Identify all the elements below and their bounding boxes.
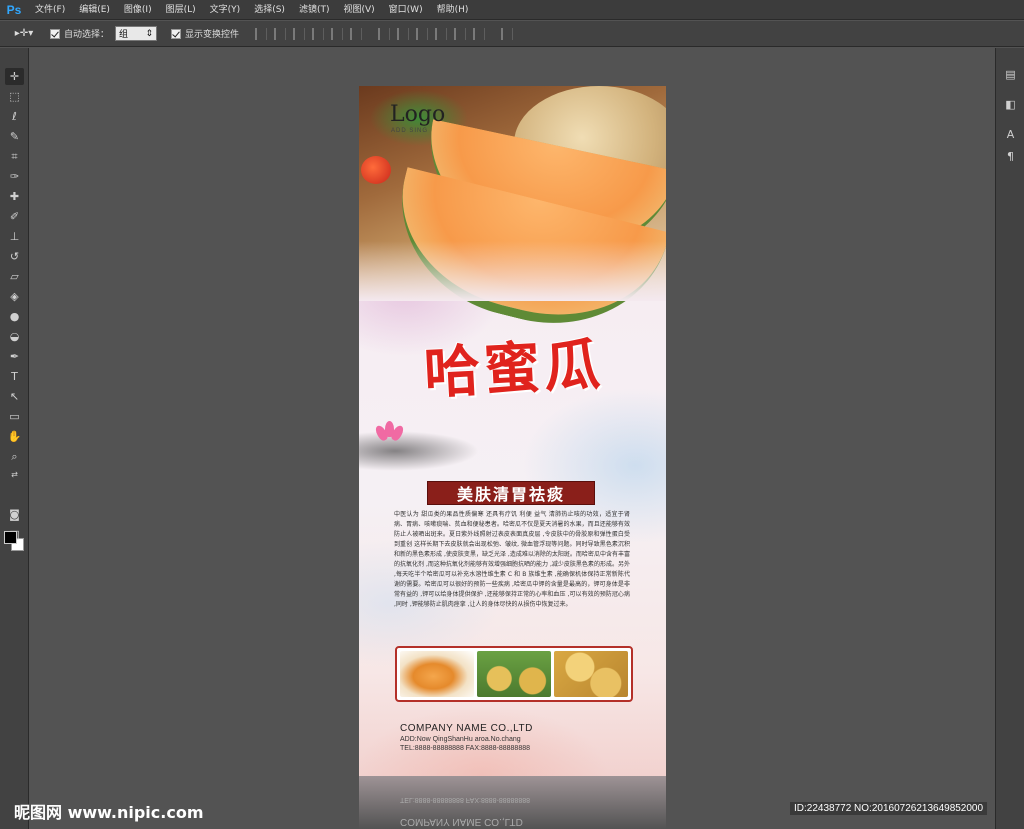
distribute-vcenter-icon[interactable] [397, 27, 410, 40]
poster-subtitle: 美肤清胃祛痰 [427, 481, 595, 505]
photoshop-logo-icon: Ps [6, 2, 22, 17]
eyedropper-tool-icon[interactable]: ✑ [5, 168, 24, 185]
poster-title: 哈蜜瓜 [422, 331, 606, 407]
menu-filter[interactable]: 滤镜(T) [292, 0, 337, 20]
crop-tool-icon[interactable]: ⌗ [5, 148, 24, 165]
distribute-bottom-icon[interactable] [416, 27, 429, 40]
align-vcenter-icon[interactable] [274, 27, 287, 40]
align-bottom-icon[interactable] [293, 27, 306, 40]
paint-bucket-tool-icon[interactable]: ◈ [5, 288, 24, 305]
dodge-tool-icon[interactable]: ◒ [5, 328, 24, 345]
company-address: ADD:Now QingShanHu aroa.No.chang [400, 736, 521, 743]
rectangle-tool-icon[interactable]: ▭ [5, 408, 24, 425]
menu-view[interactable]: 视图(V) [336, 0, 381, 20]
quick-select-tool-icon[interactable]: ✎ [5, 128, 24, 145]
align-top-icon[interactable] [255, 27, 268, 40]
distribute-left-icon[interactable] [435, 27, 448, 40]
company-tel: TEL:8888-88888888 FAX:8888-88888888 [400, 745, 530, 752]
poster-description: 中医认为 甜瓜类的果品性质偏寒 还具有疗饥 利便 益气 清肺热止咳的功效，适宜于… [394, 511, 630, 608]
character-panel-icon[interactable]: A [1001, 126, 1020, 143]
foreground-color-swatch[interactable] [4, 531, 17, 544]
swap-colors-icon[interactable]: ⇄ [5, 466, 24, 483]
menu-bar: Ps 文件(F) 编辑(E) 图像(I) 图层(L) 文字(Y) 选择(S) 滤… [0, 0, 1024, 20]
menu-help[interactable]: 帮助(H) [430, 0, 476, 20]
document-canvas[interactable]: Logo ADD SING 哈蜜瓜 美肤清胃祛痰 中医认为 甜瓜类的果品性质偏寒… [359, 86, 666, 776]
zoom-tool-icon[interactable]: ⌕ [5, 448, 24, 465]
auto-align-buttons [501, 27, 514, 40]
move-tool-icon[interactable]: ✛ [5, 68, 24, 85]
photo-strip [395, 646, 633, 702]
marquee-tool-icon[interactable]: ⬚ [5, 88, 24, 105]
melon-slice-thumbnail [400, 651, 474, 697]
align-hcenter-icon[interactable] [331, 27, 344, 40]
type-tool-icon[interactable]: T [5, 368, 24, 385]
pen-tool-icon[interactable]: ✒ [5, 348, 24, 365]
checkbox-checked-icon [171, 28, 182, 39]
menu-type[interactable]: 文字(Y) [203, 0, 248, 20]
distribute-top-icon[interactable] [378, 27, 391, 40]
quick-mask-icon[interactable]: ◙ [5, 506, 24, 523]
auto-select-dropdown[interactable]: 组 ⇕ [115, 26, 158, 41]
auto-select-checkbox[interactable]: 自动选择： [50, 27, 109, 40]
menu-window[interactable]: 窗口(W) [382, 0, 430, 20]
align-buttons [255, 27, 363, 40]
menu-select[interactable]: 选择(S) [247, 0, 292, 20]
show-transform-label: 显示变换控件 [185, 30, 240, 40]
tomato-image [361, 156, 391, 184]
tools-panel: ✛ ⬚ ℓ ✎ ⌗ ✑ ✚ ✐ ⊥ ↺ ▱ ◈ ● ◒ ✒ T ↖ ▭ ✋ ⌕ … [0, 48, 29, 829]
panel-dock: ▤ ◧ A ¶ [995, 48, 1024, 829]
stepper-icon: ⇕ [145, 28, 154, 39]
menu-layer[interactable]: 图层(L) [159, 0, 203, 20]
clone-stamp-tool-icon[interactable]: ⊥ [5, 228, 24, 245]
melon-pile-thumbnail [554, 651, 628, 697]
history-brush-tool-icon[interactable]: ↺ [5, 248, 24, 265]
watermark-site: 昵图网 www.nipic.com [14, 803, 204, 822]
paragraph-panel-icon[interactable]: ¶ [1001, 148, 1020, 165]
align-left-icon[interactable] [312, 27, 325, 40]
tool-preset-picker[interactable]: ▸✛ ▾ [8, 25, 40, 43]
poster-logo: Logo [390, 102, 446, 127]
history-panel-icon[interactable]: ▤ [1001, 66, 1020, 83]
auto-select-label: 自动选择： [64, 30, 110, 40]
checkbox-checked-icon [50, 28, 60, 39]
auto-select-value: 组 [119, 30, 129, 40]
company-name: COMPANY NAME CO.,LTD [400, 723, 533, 734]
options-bar: ▸✛ ▾ 自动选择： 组 ⇕ 显示变换控件 [0, 21, 1024, 47]
reflection-company: COMPANY NAME CO.,LTD [400, 816, 523, 827]
chevron-down-icon: ▾ [28, 28, 34, 39]
blur-tool-icon[interactable]: ● [5, 308, 24, 325]
poster-logo-sub: ADD SING [391, 128, 429, 134]
show-transform-checkbox[interactable]: 显示变换控件 [171, 27, 239, 40]
distribute-right-icon[interactable] [473, 27, 486, 40]
properties-panel-icon[interactable]: ◧ [1001, 96, 1020, 113]
brush-tool-icon[interactable]: ✐ [5, 208, 24, 225]
menu-edit[interactable]: 编辑(E) [72, 0, 117, 20]
reflection-tel: TEL:8888-88888888 FAX:8888-88888888 [400, 796, 530, 803]
eraser-tool-icon[interactable]: ▱ [5, 268, 24, 285]
healing-brush-tool-icon[interactable]: ✚ [5, 188, 24, 205]
menu-file[interactable]: 文件(F) [28, 0, 72, 20]
path-selection-tool-icon[interactable]: ↖ [5, 388, 24, 405]
lasso-tool-icon[interactable]: ℓ [5, 108, 24, 125]
melon-field-thumbnail [477, 651, 551, 697]
hand-tool-icon[interactable]: ✋ [5, 428, 24, 445]
lotus-icon [373, 421, 406, 443]
align-right-icon[interactable] [350, 27, 363, 40]
distribute-hcenter-icon[interactable] [454, 27, 467, 40]
menu-image[interactable]: 图像(I) [117, 0, 159, 20]
canvas-reflection: TEL:8888-88888888 FAX:8888-88888888 COMP… [359, 776, 666, 829]
distribute-buttons [378, 27, 486, 40]
watermark-id: ID:22438772 NO:20160726213649852000 [790, 802, 988, 815]
auto-align-icon[interactable] [501, 27, 514, 40]
move-tool-icon: ▸✛ [14, 28, 29, 39]
